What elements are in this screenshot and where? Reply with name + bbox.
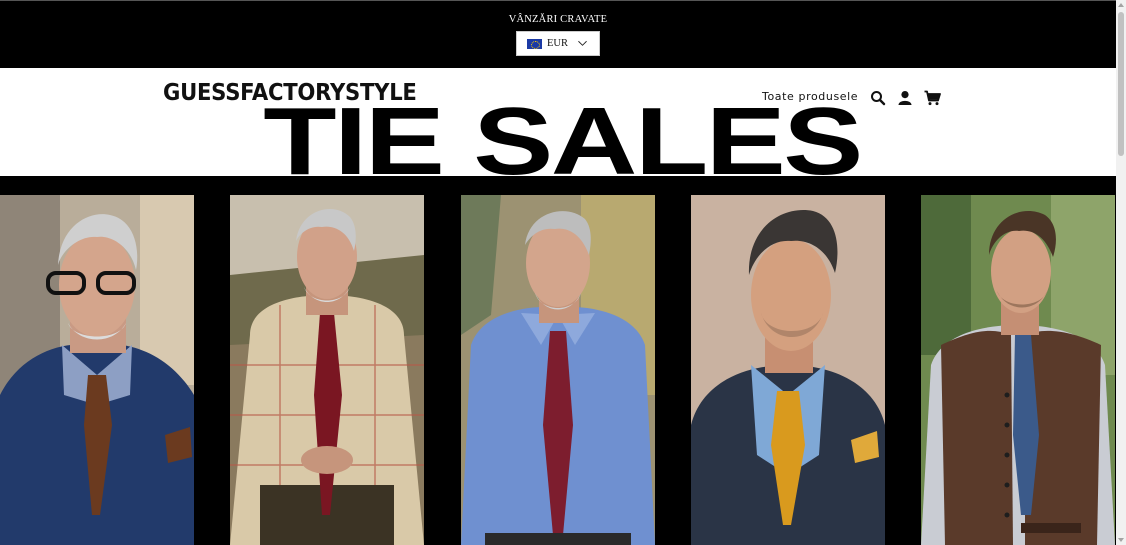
hero-title: TIE SALES [0,88,1116,177]
product-photo-5[interactable] [921,195,1115,545]
chevron-down-icon [578,40,587,46]
product-photo-1[interactable] [0,195,194,545]
page-scrollbar[interactable] [1116,0,1126,545]
scroll-down-icon[interactable] [1118,538,1124,542]
announcement-text: VÂNZĂRI CRAVATE [508,14,608,25]
product-photo-3[interactable] [461,195,655,545]
eu-flag-icon [527,38,542,49]
product-gallery [0,176,1116,545]
product-photo-4[interactable] [691,195,885,545]
site-header: GUESSFACTORYSTYLE Toate produsele TIE SA… [0,68,1116,176]
currency-code: EUR [547,38,568,49]
scrollbar-thumb[interactable] [1118,12,1124,156]
product-photo-2[interactable] [230,195,424,545]
hero-title-text: TIE SALES [263,88,863,177]
announcement-bar: VÂNZĂRI CRAVATE EUR [0,0,1116,68]
page: VÂNZĂRI CRAVATE EUR GUESSFACTORYSTYLE To… [0,0,1116,545]
scroll-up-icon[interactable] [1118,3,1124,7]
currency-selector[interactable]: EUR [516,31,600,56]
